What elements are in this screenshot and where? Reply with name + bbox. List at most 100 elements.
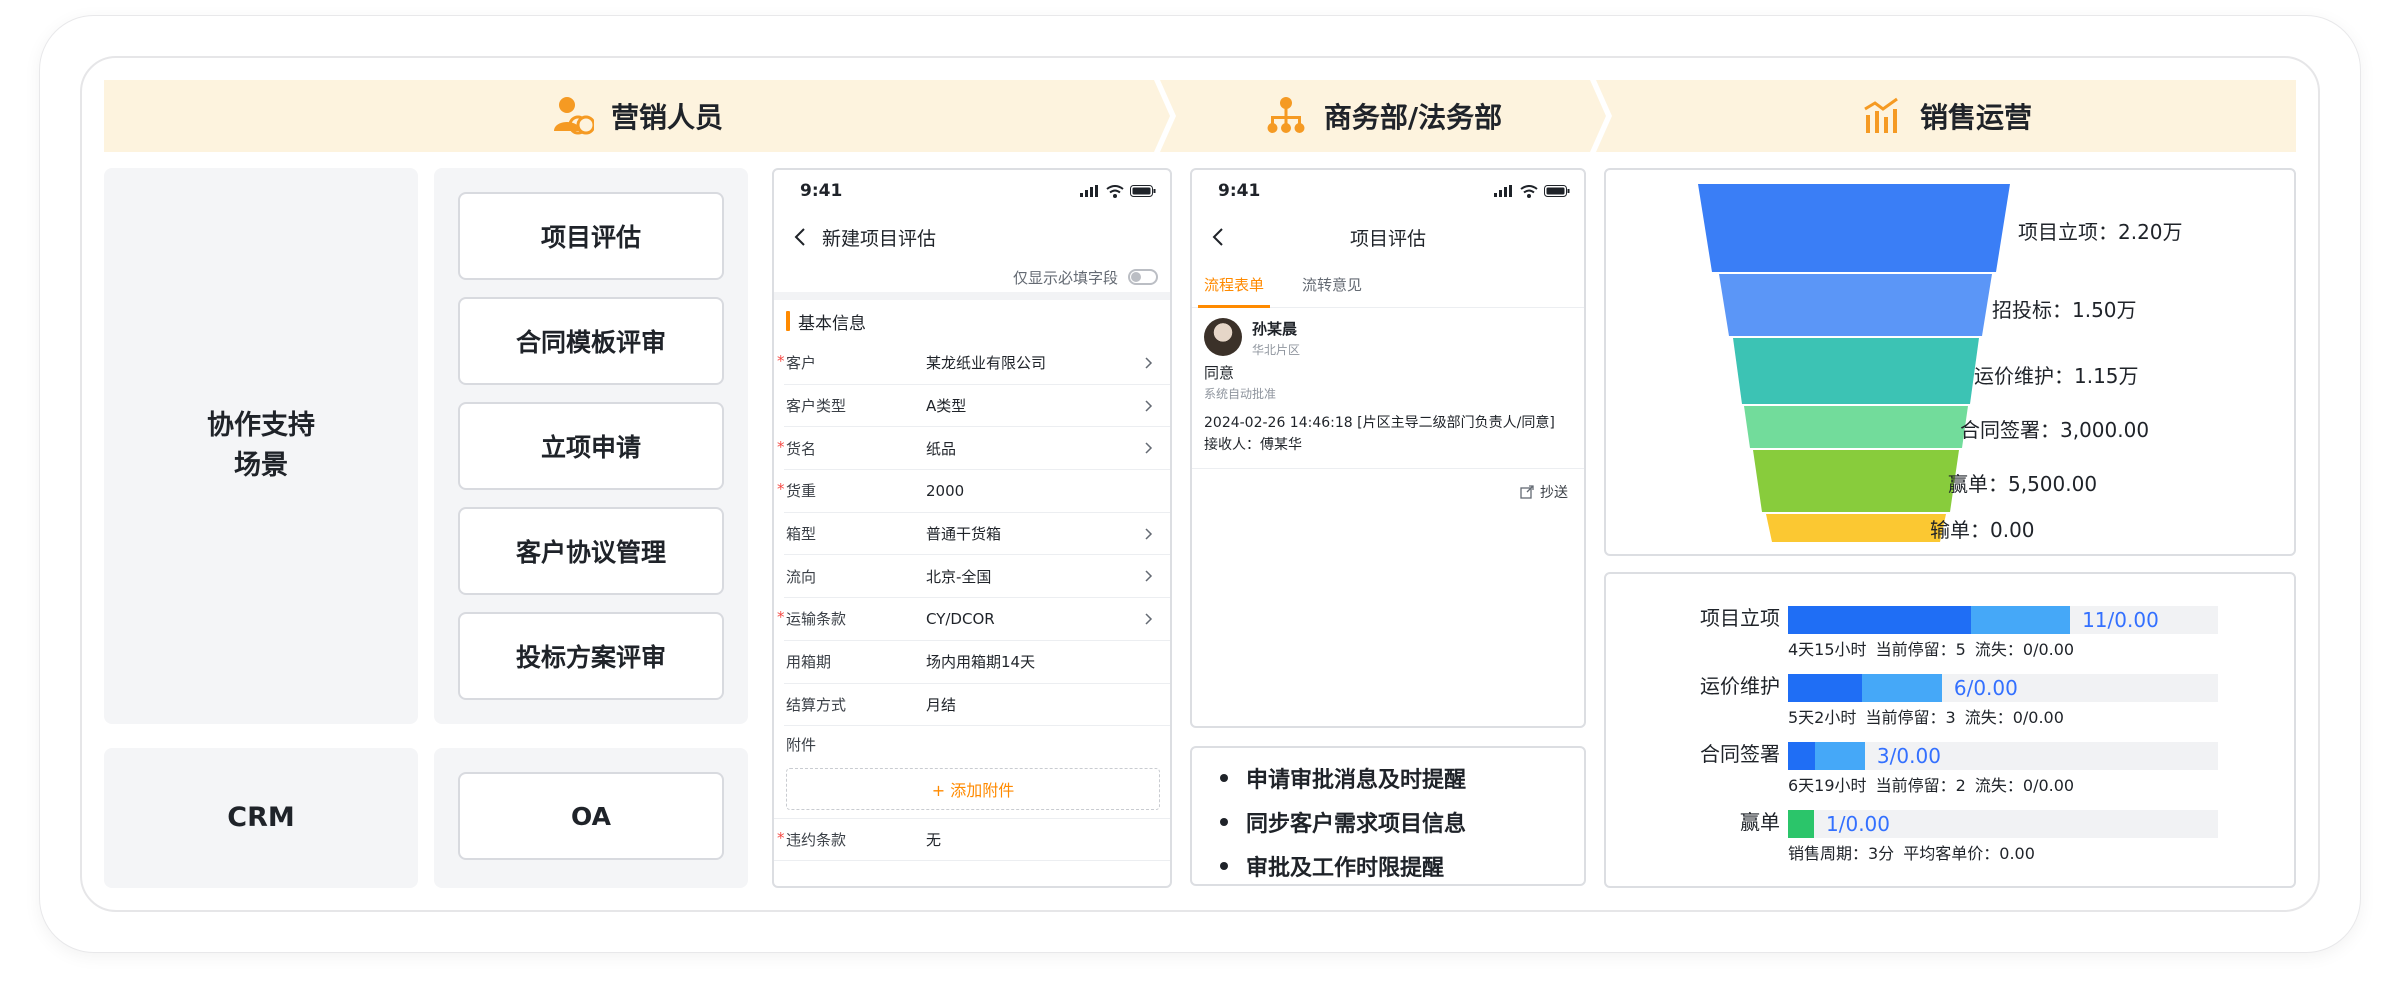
field-label: * 违约条款 (777, 829, 926, 850)
field-label-text: 结算方式 (786, 695, 847, 714)
divider (774, 292, 1170, 300)
approver-name: 孙某晨 (1252, 320, 1298, 338)
banner-business-legal: 商务部/法务部 (1160, 80, 1606, 152)
field-label-text: 流向 (786, 567, 817, 586)
form-row[interactable]: 箱型 普通干货箱 (784, 513, 1170, 556)
feature-bullets: 申请审批消息及时提醒 同步客户需求项目信息 审批及工作时限提醒 (1190, 746, 1586, 886)
field-value: CY/DCOR (926, 609, 995, 628)
field-label-text: 违约条款 (786, 831, 847, 850)
form-row[interactable]: * 货名 纸品 (777, 427, 1170, 471)
form-row[interactable]: 流向 北京-全国 (784, 555, 1170, 599)
form-row[interactable]: 结算方式 月结 (784, 684, 1170, 727)
bar-segment-secondary (1971, 606, 2071, 634)
field-label-text: 货重 (786, 482, 817, 501)
required-mark: * (777, 829, 785, 848)
status-icons (1080, 184, 1156, 198)
signal-icon (1494, 185, 1512, 197)
scenario-button-4[interactable]: 客户协议管理 (458, 507, 724, 595)
banner-business-legal-label: 商务部/法务部 (1323, 101, 1503, 134)
required-mark: * (777, 352, 785, 371)
approve-result: 同意 (1204, 364, 1235, 382)
funnel-layer-4 (1744, 406, 1968, 448)
field-value: 无 (926, 831, 942, 850)
approver-row: 孙某晨 华北片区 (1192, 308, 1584, 358)
scenario-button-2[interactable]: 合同模板评审 (458, 297, 724, 385)
field-value: 场内用箱期14天 (926, 653, 1036, 672)
scenario-button-3[interactable]: 立项申请 (458, 402, 724, 490)
required-only-toggle[interactable] (1128, 269, 1158, 285)
bar-meta-text: 5天2小时 当前停留：3 流失：0/0.00 (1788, 708, 2064, 727)
back-icon[interactable] (790, 227, 810, 247)
cc-row[interactable]: 抄送 (1192, 468, 1584, 514)
status-icons (1494, 184, 1570, 198)
back-icon[interactable] (1208, 227, 1228, 247)
phone-approval-detail: 9:41 项目评估 流程表单 流转意见 孙某晨 华北片区 同意 系统自动批准 2… (1190, 168, 1586, 728)
approve-detail: 2024-02-26 14:46:18 [片区主导二级部门负责人/同意] 接收人… (1192, 402, 1584, 456)
signal-icon (1080, 185, 1098, 197)
funnel-chart: 项目立项：2.20万 招投标：1.50万 运价维护：1.15万 合同签署：3,0… (1604, 168, 2296, 556)
funnel-label-6: 输单：0.00 (1930, 518, 2035, 542)
share-icon (1520, 484, 1534, 499)
field-value: 某龙纸业有限公司 (926, 354, 1047, 373)
chevron-right-icon (1142, 527, 1156, 541)
chevron-right-icon (1142, 441, 1156, 455)
form-row[interactable]: 客户类型 A类型 (784, 385, 1170, 428)
approve-detail-line1: 2024-02-26 14:46:18 [片区主导二级部门负责人/同意] (1204, 415, 1555, 431)
bar-track: 3/0.00 (1788, 742, 2218, 770)
bar-segment-primary (1788, 674, 1862, 702)
form-rows: * 客户 某龙纸业有限公司 客户类型 A类型 * 货名 纸品 * 货重 2000 箱型 普通干货箱 流向北… (774, 342, 1170, 727)
funnel-label-5: 赢单：5,500.00 (1948, 472, 2098, 496)
approver-info: 孙某晨 华北片区 (1252, 318, 1300, 358)
field-label-text: 货名 (786, 439, 817, 458)
field-label: 箱型 (784, 523, 926, 544)
form-row[interactable]: * 客户 某龙纸业有限公司 (777, 342, 1170, 385)
phone-new-project-form: 9:41 新建项目评估 仅显示必填字段 基本信息 * 客户 某龙纸业有限公司 客户类型… (772, 168, 1172, 888)
add-attachment-button[interactable]: + 添加附件 (786, 768, 1160, 811)
form-row-penalty[interactable]: * 违约条款 无 (774, 818, 1170, 861)
approve-sub: 系统自动批准 (1204, 387, 1277, 401)
banner-sales: 营销人员 (104, 80, 1170, 152)
avatar (1204, 318, 1242, 356)
people-icon (551, 94, 595, 138)
cc-label: 抄送 (1540, 484, 1568, 501)
field-label: * 货名 (777, 438, 926, 459)
tab-flow-form[interactable]: 流程表单 (1197, 262, 1271, 308)
bar-value-label: 11/0.00 (2082, 608, 2159, 632)
scenario-button-1[interactable]: 项目评估 (458, 192, 724, 280)
funnel-svg (1698, 184, 2010, 542)
banner-sales-label: 营销人员 (610, 101, 723, 134)
banner-operations-label: 销售运营 (1919, 101, 2032, 134)
form-row[interactable]: * 运输条款 CY/DCOR (777, 598, 1170, 641)
collab-scene-label: 协作支持 场景 (104, 168, 418, 724)
funnel-layer-2 (1719, 274, 1992, 336)
bar-meta-text: 销售周期：3分 平均客单价：0.00 (1788, 844, 2035, 863)
field-value: 纸品 (926, 439, 957, 458)
bar-segment-secondary (1861, 674, 1942, 702)
tab-flow-opinions[interactable]: 流转意见 (1302, 262, 1362, 308)
required-mark: * (777, 437, 785, 456)
required-mark: * (777, 480, 785, 499)
field-value: 2000 (926, 481, 965, 500)
nav-bar: 新建项目评估 (774, 212, 1170, 262)
bar-value-label: 6/0.00 (1953, 676, 2018, 700)
oa-button[interactable]: OA (458, 772, 724, 860)
chevron-right-icon (1142, 399, 1156, 413)
bullet-item: 同步客户需求项目信息 (1220, 800, 1584, 844)
battery-icon (1544, 185, 1570, 197)
bar-meta-text: 4天15小时 当前停留：5 流失：0/0.00 (1788, 640, 2075, 659)
bar-segment-primary (1788, 810, 1814, 838)
form-row[interactable]: 用箱期 场内用箱期14天 (784, 641, 1170, 684)
funnel-label-1: 项目立项：2.20万 (2018, 220, 2183, 244)
bar-segment-primary (1788, 606, 1972, 634)
bullet-item: 申请审批消息及时提醒 (1220, 756, 1584, 800)
field-label: * 运输条款 (777, 608, 926, 629)
scenario-button-5[interactable]: 投标方案评审 (458, 612, 724, 700)
funnel-label-4: 合同签署：3,000.00 (1960, 418, 2150, 442)
field-value: 普通干货箱 (926, 525, 1002, 544)
stage-bar-chart: 项目立项 11/0.00 4天15小时 当前停留：5 流失：0/0.00 运价维护 6/… (1604, 572, 2296, 888)
attachment-label: 附件 (786, 735, 817, 754)
chevron-right-icon (1142, 612, 1156, 626)
page-title: 项目评估 (1349, 227, 1426, 250)
wifi-icon (1520, 184, 1538, 198)
form-row[interactable]: * 货重 2000 (777, 470, 1170, 513)
